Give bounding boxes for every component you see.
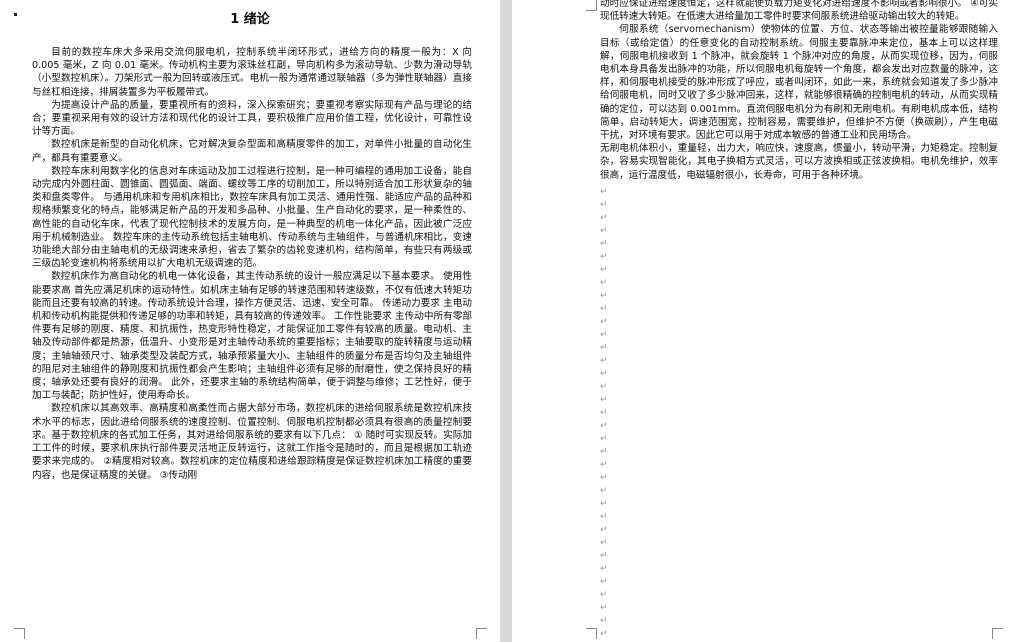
empty-paragraph-mark: ↵	[600, 408, 608, 418]
crop-mark	[476, 628, 487, 639]
paragraph: 无刷电机体积小，重量轻，出力大，响应快，速度高，惯量小，转动平滑，力矩稳定。控制…	[600, 143, 998, 181]
empty-paragraph-mark: ↵	[600, 382, 608, 392]
empty-paragraph-mark: ↵	[600, 616, 608, 626]
empty-paragraph-mark: ↵	[600, 564, 608, 574]
empty-paragraph-mark: ↵	[600, 551, 608, 561]
empty-paragraph-mark: ↵	[600, 486, 608, 496]
document-page-right[interactable]: 动时应保证进给速度恒定，这样就能使负载力矩变化对进给速度不影响或者影响很小。 ④…	[512, 0, 1013, 642]
empty-paragraph-mark: ↵	[600, 291, 608, 301]
crop-mark	[586, 0, 597, 11]
empty-paragraph-mark: ↵	[600, 317, 608, 327]
crop-mark	[14, 628, 25, 639]
empty-paragraph-mark: ↵	[600, 590, 608, 600]
empty-paragraph-mark: ↵	[600, 538, 608, 548]
crop-mark	[586, 628, 597, 639]
empty-paragraph-mark: ↵	[600, 304, 608, 314]
empty-paragraph-mark: ↵	[600, 343, 608, 353]
empty-paragraph-mark: ↵	[600, 473, 608, 483]
empty-paragraph-mark: ↵	[600, 213, 608, 223]
document-page-left[interactable]: 1 绪论 目前的数控车床大多采用交流伺服电机，控制系统半闭环形式，进给方向的精度…	[0, 0, 500, 642]
right-page-body[interactable]: 动时应保证进给速度恒定，这样就能使负载力矩变化对进给速度不影响或者影响很小。 ④…	[600, 0, 998, 182]
paragraph: 目前的数控车床大多采用交流伺服电机，控制系统半闭环形式，进给方向的精度一般为：X…	[32, 47, 472, 98]
empty-paragraph-mark: ↵	[600, 278, 608, 288]
paragraph: 伺服系统（servomechanism）使物体的位置、方位、状态等输出被控量能够…	[600, 24, 998, 142]
left-page-body[interactable]: 目前的数控车床大多采用交流伺服电机，控制系统半闭环形式，进给方向的精度一般为：X…	[32, 46, 472, 482]
empty-paragraph-mark: ↵	[600, 629, 608, 639]
crop-mark	[992, 628, 1003, 639]
paragraph: 数控车床利用数字化的信息对车床运动及加工过程进行控制，是一种可编程的通用加工设备…	[32, 165, 472, 270]
empty-paragraph-mark: ↵	[600, 252, 608, 262]
chapter-heading: 1 绪论	[230, 12, 270, 27]
empty-paragraph-mark: ↵	[600, 447, 608, 457]
empty-paragraph-mark: ↵	[600, 265, 608, 275]
empty-paragraph-mark: ↵	[600, 499, 608, 509]
paragraph: 动时应保证进给速度恒定，这样就能使负载力矩变化对进给速度不影响或者影响很小。 ④…	[600, 0, 998, 23]
empty-paragraph-mark: ↵	[600, 200, 608, 210]
empty-paragraph-mark: ↵	[600, 512, 608, 522]
empty-paragraph-mark: ↵	[600, 226, 608, 236]
empty-paragraph-mark: ↵	[600, 460, 608, 470]
empty-paragraph-mark: ↵	[600, 330, 608, 340]
empty-paragraph-mark: ↵	[600, 356, 608, 366]
empty-paragraph-mark: ↵	[600, 603, 608, 613]
empty-paragraph-mark: ↵	[600, 369, 608, 379]
paragraph: 数控机床是新型的自动化机床，它对解决复杂型面和高精度零件的加工，对单件小批量的自…	[32, 139, 472, 164]
paragraph: 为提高设计产品的质量，要重视所有的资料，深入探索研究；要重视考察实际现有产品与理…	[32, 99, 472, 138]
empty-paragraph-mark: ↵	[600, 421, 608, 431]
empty-paragraph-mark: ↵	[600, 525, 608, 535]
paragraph: 数控机床作为高自动化的机电一体化设备，其主传动系统的设计一般应满足以下基本要求。…	[32, 271, 472, 402]
empty-paragraph-mark: ↵	[600, 434, 608, 444]
empty-paragraph-mark: ↵	[600, 577, 608, 587]
paragraph: 数控机床以其高效率、高精度和高柔性而占据大部分市场，数控机床的进给伺服系统是数控…	[32, 403, 472, 481]
empty-paragraph-mark: ↵	[600, 239, 608, 249]
empty-paragraph-mark: ↵	[600, 395, 608, 405]
page-gap	[500, 0, 512, 642]
empty-paragraph-mark: ↵	[600, 187, 608, 197]
